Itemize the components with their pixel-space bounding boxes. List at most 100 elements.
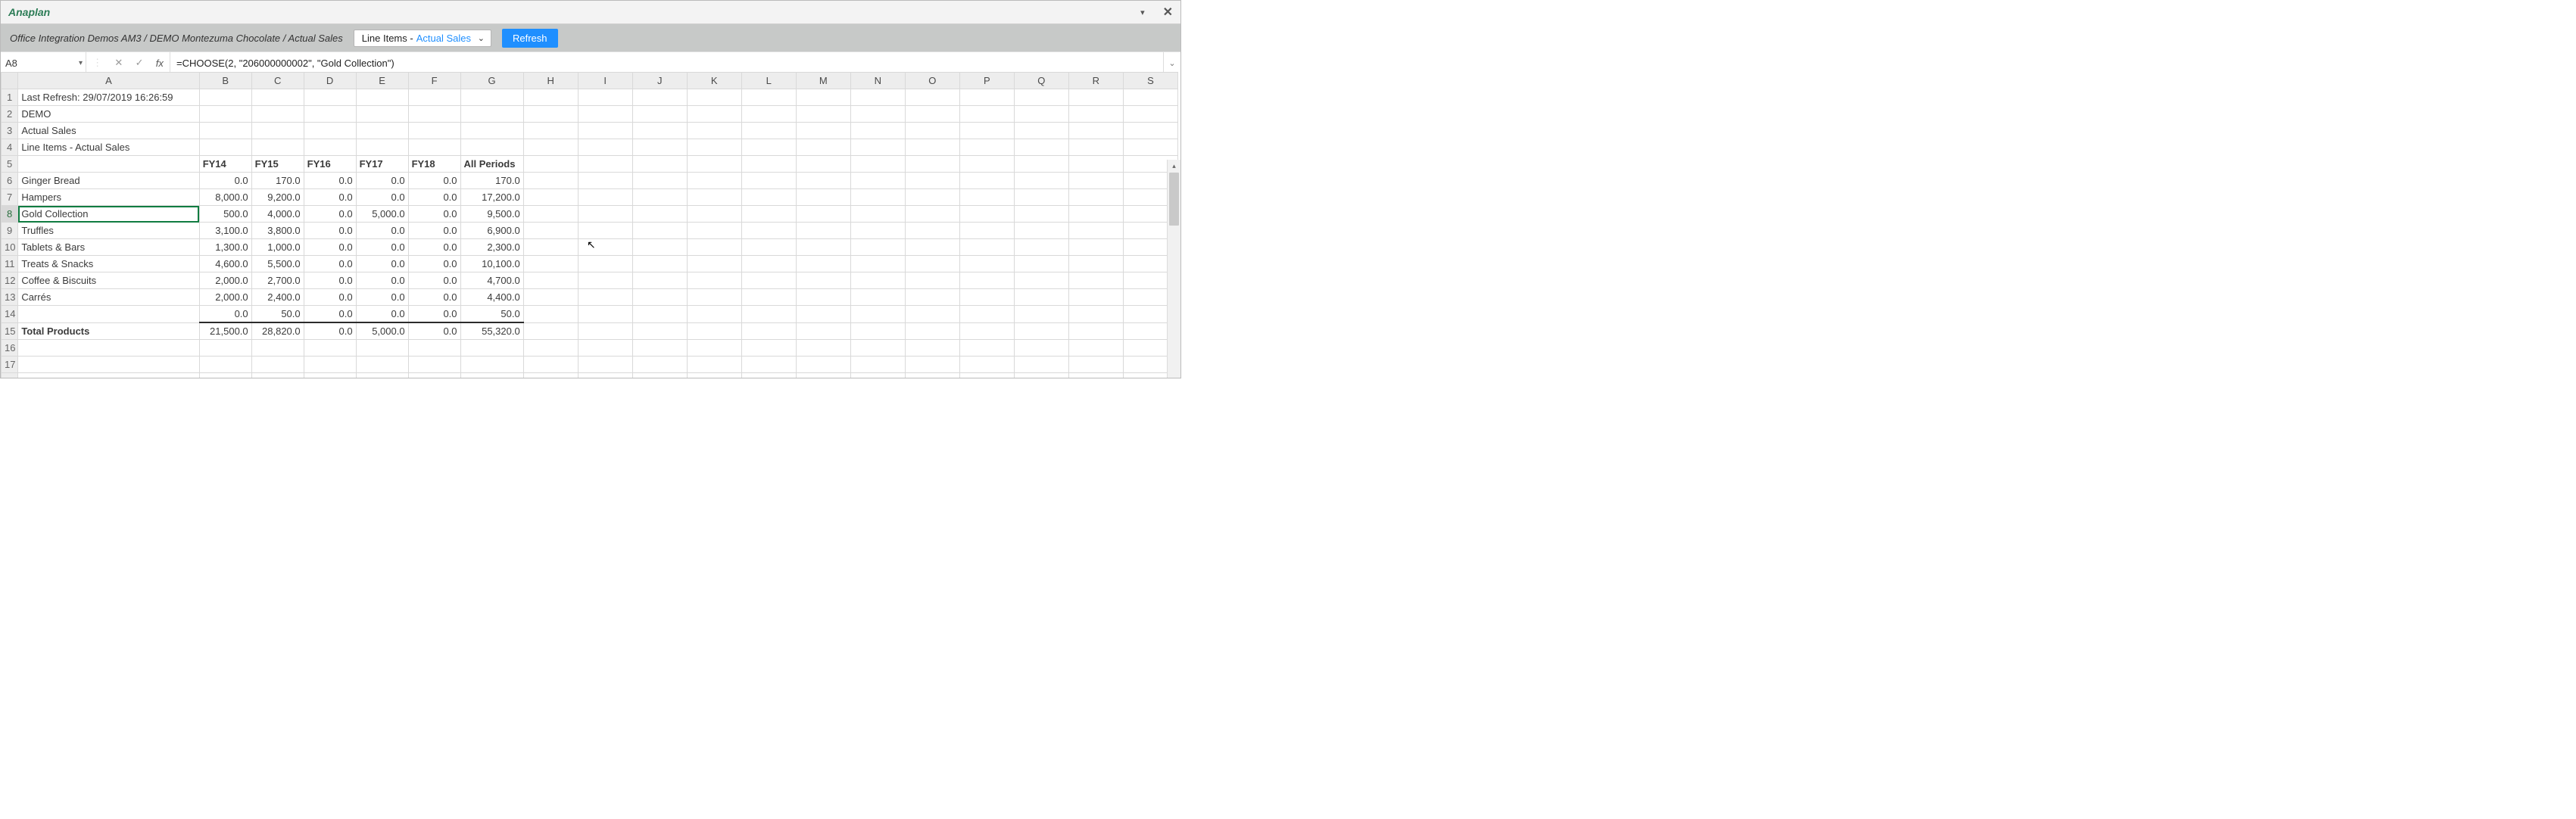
cell[interactable] xyxy=(632,156,687,173)
cell[interactable] xyxy=(905,357,959,373)
cell[interactable] xyxy=(523,373,578,378)
cell[interactable] xyxy=(523,357,578,373)
cell[interactable] xyxy=(959,206,1014,223)
cell[interactable] xyxy=(199,106,251,123)
cell[interactable] xyxy=(304,373,356,378)
cell[interactable] xyxy=(460,373,523,378)
cell[interactable] xyxy=(687,123,741,139)
cell[interactable] xyxy=(959,173,1014,189)
cell[interactable] xyxy=(687,106,741,123)
column-header[interactable]: H xyxy=(523,73,578,89)
cell[interactable]: DEMO xyxy=(18,106,199,123)
cell[interactable] xyxy=(408,357,460,373)
product-name-cell[interactable]: Tablets & Bars xyxy=(18,239,199,256)
cell[interactable] xyxy=(632,223,687,239)
cell[interactable] xyxy=(905,106,959,123)
cell[interactable] xyxy=(850,256,905,272)
column-header[interactable]: L xyxy=(741,73,796,89)
cell[interactable] xyxy=(632,189,687,206)
cell[interactable] xyxy=(18,156,199,173)
cell[interactable] xyxy=(1068,106,1123,123)
data-cell[interactable]: 2,000.0 xyxy=(199,289,251,306)
close-icon[interactable]: ✕ xyxy=(1163,5,1173,20)
cell[interactable] xyxy=(850,272,905,289)
cell[interactable] xyxy=(905,189,959,206)
cell[interactable] xyxy=(796,206,850,223)
cell[interactable] xyxy=(578,173,632,189)
row-header[interactable]: 11 xyxy=(2,256,18,272)
data-cell[interactable]: 1,300.0 xyxy=(199,239,251,256)
data-cell[interactable]: 0.0 xyxy=(304,272,356,289)
row-header[interactable]: 2 xyxy=(2,106,18,123)
data-cell[interactable]: 5,000.0 xyxy=(356,206,408,223)
cell[interactable] xyxy=(959,373,1014,378)
cell[interactable] xyxy=(1068,340,1123,357)
total-cell[interactable]: 21,500.0 xyxy=(199,322,251,340)
cell[interactable] xyxy=(959,272,1014,289)
data-cell[interactable]: 500.0 xyxy=(199,206,251,223)
cell[interactable] xyxy=(1068,357,1123,373)
cell[interactable] xyxy=(687,289,741,306)
cell[interactable] xyxy=(796,340,850,357)
period-header[interactable]: FY16 xyxy=(304,156,356,173)
cell[interactable] xyxy=(796,373,850,378)
line-items-selector[interactable]: Line Items - Actual Sales ⌄ xyxy=(354,30,491,47)
cell[interactable] xyxy=(850,357,905,373)
cell[interactable] xyxy=(578,189,632,206)
cell[interactable] xyxy=(687,223,741,239)
cell[interactable] xyxy=(741,206,796,223)
cell[interactable] xyxy=(959,340,1014,357)
cell[interactable] xyxy=(523,272,578,289)
cell[interactable] xyxy=(578,322,632,340)
cell[interactable] xyxy=(632,322,687,340)
column-header[interactable]: J xyxy=(632,73,687,89)
cancel-formula-icon[interactable]: ✕ xyxy=(114,57,123,69)
cell[interactable] xyxy=(959,322,1014,340)
cell[interactable] xyxy=(18,373,199,378)
cell[interactable] xyxy=(523,322,578,340)
row-header[interactable]: 5 xyxy=(2,156,18,173)
data-cell[interactable]: 1,000.0 xyxy=(251,239,304,256)
column-header[interactable]: P xyxy=(959,73,1014,89)
cell[interactable] xyxy=(905,306,959,323)
cell[interactable] xyxy=(850,340,905,357)
cell[interactable] xyxy=(460,340,523,357)
cell[interactable] xyxy=(850,156,905,173)
cell[interactable] xyxy=(578,373,632,378)
column-header[interactable]: M xyxy=(796,73,850,89)
cell[interactable] xyxy=(1068,306,1123,323)
cell[interactable] xyxy=(304,89,356,106)
vertical-scrollbar[interactable]: ▴ xyxy=(1167,160,1180,378)
data-cell[interactable]: 0.0 xyxy=(199,173,251,189)
minimize-icon[interactable]: ▾ xyxy=(1140,8,1145,17)
column-header[interactable]: E xyxy=(356,73,408,89)
cell[interactable] xyxy=(796,156,850,173)
cell[interactable] xyxy=(578,106,632,123)
cell[interactable] xyxy=(741,289,796,306)
cell[interactable] xyxy=(632,340,687,357)
cell[interactable] xyxy=(1123,139,1177,156)
cell[interactable] xyxy=(687,373,741,378)
cell[interactable] xyxy=(1068,256,1123,272)
cell[interactable] xyxy=(632,357,687,373)
cell[interactable] xyxy=(741,156,796,173)
cell[interactable] xyxy=(199,373,251,378)
cell[interactable] xyxy=(523,156,578,173)
cell[interactable] xyxy=(687,239,741,256)
cell[interactable] xyxy=(796,189,850,206)
cell[interactable] xyxy=(959,156,1014,173)
row-header[interactable]: 4 xyxy=(2,139,18,156)
cell[interactable] xyxy=(959,306,1014,323)
cell[interactable] xyxy=(1014,340,1068,357)
row-header[interactable]: 9 xyxy=(2,223,18,239)
cell[interactable] xyxy=(741,139,796,156)
column-header[interactable]: R xyxy=(1068,73,1123,89)
cell[interactable] xyxy=(460,106,523,123)
cell[interactable] xyxy=(850,306,905,323)
cell[interactable] xyxy=(959,139,1014,156)
data-cell[interactable]: 5,500.0 xyxy=(251,256,304,272)
cell[interactable] xyxy=(741,189,796,206)
cell[interactable] xyxy=(905,89,959,106)
data-cell[interactable]: 0.0 xyxy=(408,272,460,289)
column-header[interactable]: C xyxy=(251,73,304,89)
